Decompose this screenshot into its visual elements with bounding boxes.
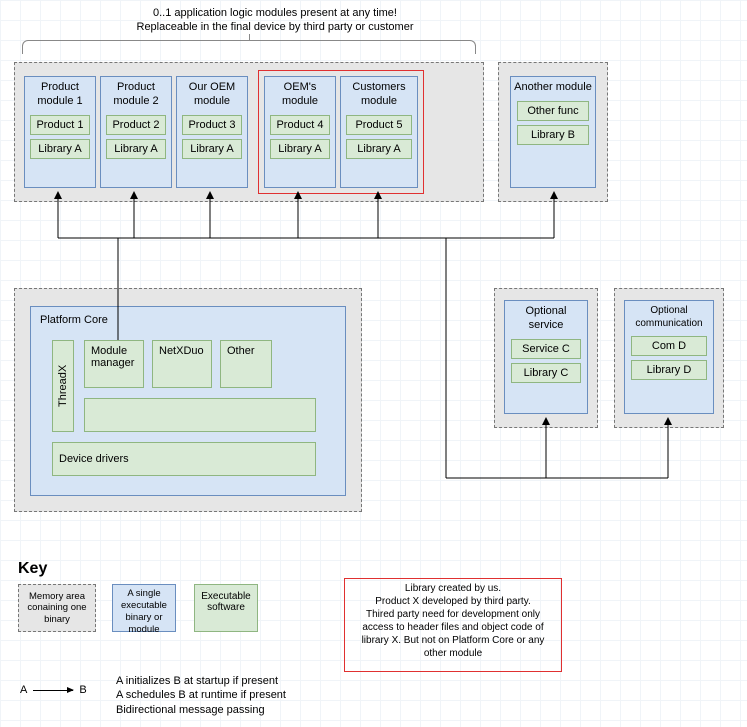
exe-netxduo: NetXDuo (152, 340, 212, 388)
exe-library-a: Library A (182, 139, 242, 159)
exe-library-d: Library D (631, 360, 707, 380)
redbox-third-party-modules (258, 70, 424, 194)
mod-title: Product module 1 (25, 77, 95, 111)
key-title: Key (18, 560, 47, 578)
exe-other-func: Other func (517, 101, 589, 121)
exe-device-drivers: Device drivers (52, 442, 316, 476)
key-rel3: Bidirectional message passing (116, 703, 286, 717)
exe-library-a: Library A (106, 139, 166, 159)
arrow-icon (33, 690, 73, 691)
exe-product-2: Product 2 (106, 115, 166, 135)
exe-product-1: Product 1 (30, 115, 90, 135)
mod-title: Product module 2 (101, 77, 171, 111)
mod-title: Optional communication (625, 301, 713, 332)
key-rel1: A initializes B at startup if present (116, 674, 286, 688)
key-swatch-binary-label: A single executable binary or module (112, 588, 176, 636)
key-swatch-memarea: Memory area conaining one binary (18, 584, 96, 632)
exe-product-3: Product 3 (182, 115, 242, 135)
brace-top (22, 40, 476, 54)
key-redbox-text: Library created by us. Product X develop… (350, 582, 556, 668)
platform-core-title: Platform Core (40, 314, 108, 326)
mod-optional-service: Optional service Service C Library C (504, 300, 588, 414)
key-swatch-exe: Executable software (194, 584, 258, 632)
exe-other: Other (220, 340, 272, 388)
key-rel2: A schedules B at runtime if present (116, 688, 286, 702)
mod-product-module-2: Product module 2 Product 2 Library A (100, 76, 172, 188)
exe-row-spacer (84, 398, 316, 432)
mod-our-oem-module: Our OEM module Product 3 Library A (176, 76, 248, 188)
exe-module-manager: Module manager (84, 340, 144, 388)
mod-optional-communication: Optional communication Com D Library D (624, 300, 714, 414)
key-relation-text: A initializes B at startup if present A … (116, 674, 286, 717)
mod-another-module: Another module Other func Library B (510, 76, 596, 188)
note-replaceable: 0..1 application logic modules present a… (100, 6, 450, 35)
exe-service-c: Service C (511, 339, 582, 359)
exe-library-a: Library A (30, 139, 90, 159)
exe-library-c: Library C (511, 363, 582, 383)
exe-threadx: ThreadX (52, 340, 74, 432)
mod-title: Optional service (505, 301, 587, 335)
mod-product-module-1: Product module 1 Product 1 Library A (24, 76, 96, 188)
mod-title: Our OEM module (177, 77, 247, 111)
key-relation-b: B (73, 684, 92, 696)
note-line2: Replaceable in the final device by third… (100, 20, 450, 34)
key-relation-a: A (14, 684, 33, 696)
exe-com-d: Com D (631, 336, 707, 356)
exe-library-b: Library B (517, 125, 589, 145)
key-relation-arrow: A B (14, 684, 93, 696)
note-line1: 0..1 application logic modules present a… (100, 6, 450, 20)
mod-title: Another module (511, 77, 595, 97)
